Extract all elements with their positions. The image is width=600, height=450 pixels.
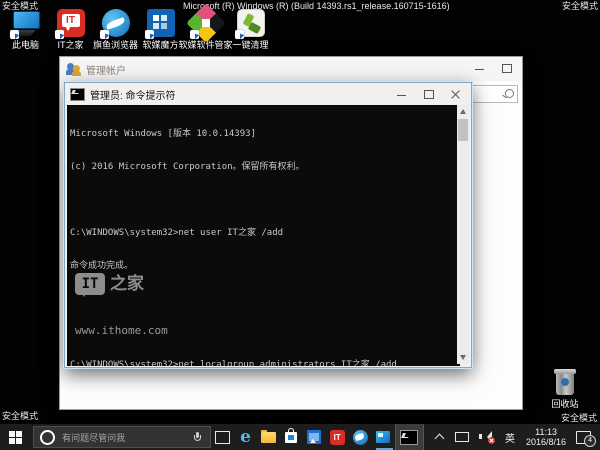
search-icon (505, 89, 514, 98)
mute-badge-icon (488, 437, 496, 444)
cmd-icon (70, 87, 85, 101)
command-prompt-window[interactable]: 管理员: 命令提示符 Microsoft Windows [版本 10.0.14… (64, 82, 472, 368)
search-placeholder: 有问题尽管问我 (62, 432, 126, 443)
running-app-taskbar-button[interactable] (372, 424, 395, 450)
one-click-clean-icon (234, 8, 266, 39)
photos-app-icon (307, 430, 322, 444)
clock-date: 2016/8/16 (526, 437, 567, 447)
store-icon (285, 427, 298, 443)
recycle-bin[interactable]: 回收站 (545, 369, 585, 410)
cmd-window-title: 管理员: 命令提示符 (90, 90, 176, 102)
ithome-icon: IT (54, 8, 86, 39)
start-button[interactable] (0, 424, 31, 450)
cortana-search-input[interactable]: 有问题尽管问我 (33, 426, 212, 448)
cmd-icon (400, 429, 419, 445)
action-center-button[interactable]: 4 (576, 430, 597, 447)
network-icon[interactable] (455, 431, 470, 443)
ithome-watermark: IT 之家 www.ithome.com (75, 251, 168, 358)
software-manager-icon (185, 3, 226, 43)
terminal-output[interactable]: Microsoft Windows [版本 10.0.14393] (c) 20… (67, 105, 460, 366)
desktop-icon-row: 此电脑 IT IT之家 旗鱼浏览器 软媒魔方 软媒软件管家 一键清理 (3, 3, 273, 50)
clock-time: 11:13 (535, 427, 557, 437)
task-view-icon (215, 430, 231, 444)
taskbar: 有问题尽管问我 e IT 英 11:13 2016/8/16 4 (0, 424, 600, 450)
ime-indicator[interactable]: 英 (505, 430, 515, 445)
shortcut-arrow-icon (189, 30, 199, 39)
recycle-bin-label: 回收站 (551, 399, 579, 409)
desktop-icon-this-pc[interactable]: 此电脑 (3, 8, 48, 50)
volume-muted-icon[interactable] (479, 431, 496, 444)
store-taskbar-button[interactable] (280, 424, 303, 450)
safe-mode-label-top-right: 安全模式 (561, 1, 598, 11)
desktop-icon-swordfish-browser[interactable]: 旗鱼浏览器 (93, 8, 138, 50)
manage-accounts-title: 管理帐户 (86, 65, 126, 77)
this-pc-icon (7, 8, 41, 39)
scroll-down-icon[interactable] (460, 355, 466, 360)
windows-logo-icon (9, 430, 23, 444)
maximize-button[interactable] (493, 57, 520, 79)
desktop-icon-ithome[interactable]: IT IT之家 (48, 8, 93, 50)
scrollbar-thumb[interactable] (458, 119, 468, 141)
desktop-icon-label: 此电脑 (11, 40, 39, 50)
shortcut-arrow-icon (9, 30, 19, 39)
task-view-button[interactable] (211, 424, 234, 450)
desktop-icon-one-click-clean[interactable]: 一键清理 (228, 8, 273, 50)
ithome-logo-suffix: 之家 (110, 273, 144, 294)
cmd-titlebar[interactable]: 管理员: 命令提示符 (65, 83, 471, 105)
notification-badge: 4 (584, 434, 597, 447)
ithome-taskbar-button[interactable]: IT (326, 424, 349, 450)
microphone-icon[interactable] (194, 432, 202, 442)
system-tray: 英 11:13 2016/8/16 4 (430, 424, 600, 450)
terminal-line: C:\WINDOWS\system32>net localgroup admin… (70, 360, 397, 366)
minimize-button[interactable] (388, 83, 415, 105)
running-app-icon (376, 431, 391, 443)
shortcut-arrow-icon (234, 30, 244, 39)
manage-accounts-titlebar[interactable]: 管理帐户 (60, 57, 522, 81)
taskbar-clock[interactable]: 11:13 2016/8/16 (526, 427, 566, 447)
terminal-line: C:\WINDOWS\system32>net user IT之家 /add (70, 228, 284, 238)
recycle-bin-icon (554, 369, 576, 395)
safe-mode-label-bottom-right: 安全模式 (560, 413, 597, 423)
file-explorer-taskbar-button[interactable] (257, 424, 280, 450)
ithome-logo-icon: IT (75, 273, 105, 297)
swordfish-browser-taskbar-button[interactable] (349, 424, 372, 450)
edge-taskbar-button[interactable]: e (234, 424, 257, 450)
desktop-icon-software-manager[interactable]: 软媒软件管家 (179, 3, 233, 50)
cmd-taskbar-button-active[interactable] (394, 424, 425, 450)
desktop-icon-ruanmei-mofang[interactable]: 软媒魔方 (138, 8, 183, 50)
terminal-line: (c) 2016 Microsoft Corporation。保留所有权利。 (70, 162, 305, 172)
terminal-line: Microsoft Windows [版本 10.0.14393] (70, 129, 256, 139)
terminal-scrollbar[interactable] (457, 105, 469, 364)
desktop-icon-label: 一键清理 (232, 40, 269, 50)
photos-taskbar-button[interactable] (303, 424, 326, 450)
cortana-icon (40, 429, 56, 445)
ruanmei-mofang-icon (144, 8, 176, 39)
desktop-icon-label: 旗鱼浏览器 (93, 40, 139, 50)
ithome-icon: IT (329, 429, 345, 445)
shortcut-arrow-icon (54, 30, 64, 39)
desktop-icon-label: IT之家 (57, 40, 84, 50)
ithome-url: www.ithome.com (75, 324, 168, 337)
edge-icon: e (240, 426, 251, 447)
user-accounts-icon (66, 62, 82, 76)
safe-mode-label-bottom-left: 安全模式 (2, 411, 39, 421)
swordfish-browser-icon (99, 8, 131, 39)
browser-globe-icon (352, 429, 368, 445)
shortcut-arrow-icon (99, 30, 109, 39)
desktop-icon-label: 软媒魔方 (142, 40, 179, 50)
close-button[interactable] (442, 83, 469, 105)
maximize-button[interactable] (415, 83, 442, 105)
shortcut-arrow-icon (144, 30, 154, 39)
tray-overflow-chevron-icon[interactable] (436, 433, 444, 441)
file-explorer-icon (260, 429, 276, 443)
minimize-button[interactable] (466, 57, 493, 79)
scroll-up-icon[interactable] (460, 109, 466, 114)
